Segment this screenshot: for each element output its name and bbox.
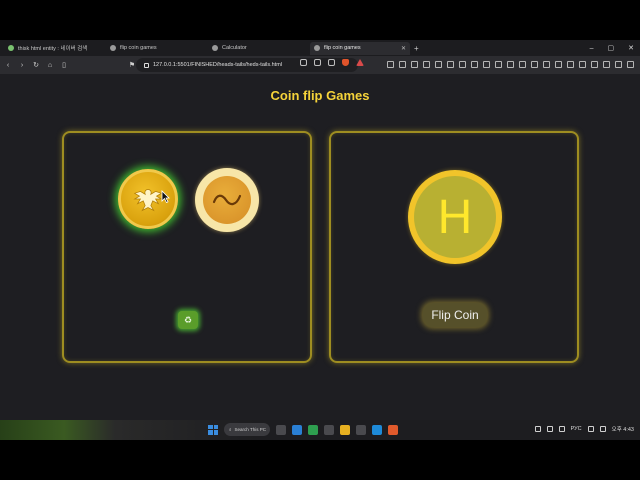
extension-icon[interactable] (519, 61, 526, 68)
result-coin: H (408, 170, 502, 264)
extension-icon[interactable] (567, 61, 574, 68)
window-controls: – ▢ ✕ (590, 40, 634, 56)
vscode-icon[interactable] (372, 424, 382, 435)
extension-icon[interactable] (627, 61, 634, 68)
share-icon[interactable] (314, 59, 321, 66)
naver-favicon-icon (8, 45, 14, 51)
store-icon[interactable] (324, 424, 334, 435)
recycle-icon: ♻ (183, 314, 193, 325)
extension-icon[interactable] (495, 61, 502, 68)
tab-calculator[interactable]: Calculator (208, 42, 308, 55)
tab-flip-coin-games-1[interactable]: flip coin games (106, 42, 206, 55)
globe-icon (110, 45, 116, 51)
home-icon[interactable]: ⌂ (46, 62, 54, 69)
tab-title: flip coin games (324, 45, 361, 51)
url-text: 127.0.0.1:5501/FINISHED/heads-tails/heds… (153, 62, 283, 68)
forward-icon[interactable]: › (18, 62, 26, 69)
brave-rewards-icon[interactable] (356, 59, 364, 66)
file-explorer-icon[interactable] (340, 424, 350, 435)
reload-icon[interactable]: ↻ (32, 61, 40, 69)
zoom-icon[interactable] (300, 59, 307, 66)
extension-icon[interactable] (471, 61, 478, 68)
tray-overflow-icon[interactable] (534, 426, 541, 432)
mouse-cursor-icon (161, 190, 170, 203)
back-icon[interactable]: ‹ (4, 62, 12, 69)
tab-title: flip coin games (120, 45, 157, 51)
result-letter: H (414, 176, 496, 258)
system-tray: РУС 오후 4:43 (534, 425, 634, 433)
taskbar-search[interactable]: ⌕ Search This PC (224, 423, 270, 436)
globe-icon (314, 45, 320, 51)
globe-icon (212, 45, 218, 51)
web-page: Coin flip Games ♻ H Flip Coin (0, 74, 640, 420)
brave-browser-icon[interactable] (388, 424, 398, 435)
tab-title: thisk html entity : 네이버 검색 (18, 46, 88, 52)
extension-icon[interactable] (387, 61, 394, 68)
extension-icon[interactable] (423, 61, 430, 68)
extension-icon[interactable] (591, 61, 598, 68)
extension-icon[interactable] (507, 61, 514, 68)
minimize-icon[interactable]: – (590, 45, 594, 52)
page-title: Coin flip Games (270, 88, 370, 103)
extension-icon[interactable] (615, 61, 622, 68)
extension-icon[interactable] (531, 61, 538, 68)
tab-naver-search[interactable]: thisk html entity : 네이버 검색 (4, 42, 104, 55)
maximize-icon[interactable]: ▢ (608, 44, 615, 52)
close-tab-icon[interactable]: ✕ (401, 45, 406, 52)
network-icon[interactable] (558, 426, 565, 432)
search-icon: ⌕ (229, 427, 232, 432)
search-placeholder: Search This PC (234, 427, 266, 432)
extension-icon[interactable] (435, 61, 442, 68)
tails-coin-face (203, 176, 251, 224)
extension-icon[interactable] (483, 61, 490, 68)
reader-icon[interactable] (328, 59, 335, 66)
tab-title: Calculator (222, 45, 247, 51)
extension-icon[interactable] (447, 61, 454, 68)
extension-icon[interactable] (555, 61, 562, 68)
extension-icon[interactable] (411, 61, 418, 68)
tails-coin-option[interactable] (195, 168, 259, 232)
flip-result-panel: H Flip Coin (329, 131, 579, 363)
screen: thisk html entity : 네이버 검색 flip coin gam… (0, 0, 640, 480)
tilde-icon (212, 194, 242, 206)
extension-icon[interactable] (399, 61, 406, 68)
new-tab-icon[interactable]: + (414, 44, 419, 53)
windows-taskbar: ⌕ Search This PC РУС 오후 4:43 (0, 420, 640, 440)
browser-tab-bar: thisk html entity : 네이버 검색 flip coin gam… (0, 40, 640, 56)
site-info-icon[interactable] (144, 62, 149, 68)
extension-icon[interactable] (579, 61, 586, 68)
address-toolbar: ‹ › ↻ ⌂ ▯ ⚑ 127.0.0.1:5501/FINISHED/head… (0, 56, 640, 74)
windows-start-icon[interactable] (208, 424, 218, 435)
taskbar-apps: ⌕ Search This PC (208, 423, 398, 436)
flip-coin-button[interactable]: Flip Coin (423, 303, 487, 327)
settings-icon[interactable] (356, 424, 366, 435)
address-action-icons (300, 59, 364, 66)
brave-shields-icon[interactable] (342, 59, 349, 66)
extension-icon[interactable] (603, 61, 610, 68)
sidebar-icon[interactable]: ▯ (60, 61, 68, 69)
extension-icon[interactable] (543, 61, 550, 68)
reset-button[interactable]: ♻ (178, 311, 198, 329)
clock[interactable]: 오후 4:43 (612, 425, 634, 433)
tab-flip-coin-games-active[interactable]: flip coin games ✕ (310, 41, 410, 55)
task-view-icon[interactable] (276, 424, 286, 435)
battery-icon[interactable] (599, 426, 606, 432)
extension-icon[interactable] (459, 61, 466, 68)
microphone-icon[interactable] (546, 426, 553, 432)
language-indicator[interactable]: РУС (571, 426, 582, 432)
extension-icons (387, 61, 634, 68)
volume-icon[interactable] (587, 426, 594, 432)
close-window-icon[interactable]: ✕ (628, 44, 634, 52)
edge-icon[interactable] (292, 424, 302, 435)
chrome-icon[interactable] (308, 424, 318, 435)
coin-choice-panel: ♻ (62, 131, 312, 363)
bookmark-icon[interactable]: ⚑ (128, 61, 136, 69)
